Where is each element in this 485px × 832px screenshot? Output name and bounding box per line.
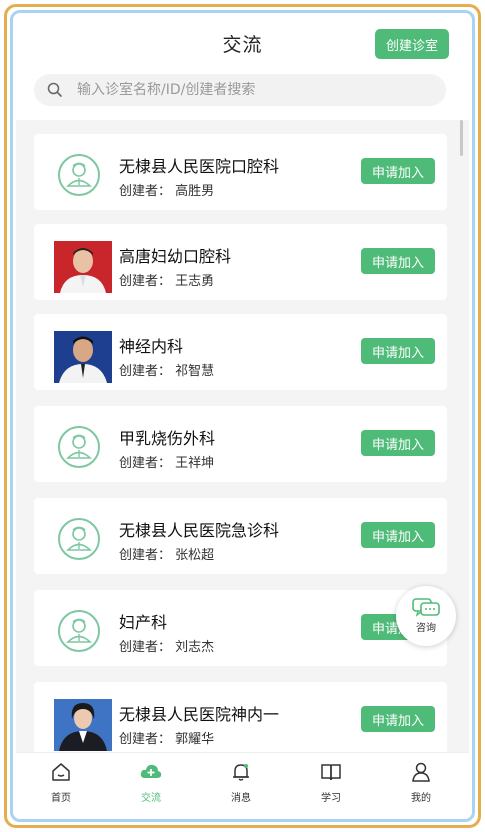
doctor-avatar-icon — [58, 154, 100, 196]
cloud-plus-icon — [140, 764, 162, 778]
doctor-avatar-icon — [58, 518, 100, 560]
clinic-card[interactable]: 无棣县人民医院神内一 创建者： 郭耀华 申请加入 — [34, 682, 447, 758]
create-clinic-button[interactable]: 创建诊室 — [375, 29, 449, 59]
clinic-card[interactable]: 妇产科 创建者： 刘志杰 申请加入 — [34, 590, 447, 666]
tab-label: 交流 — [141, 793, 161, 804]
tab-label: 学习 — [321, 793, 341, 804]
clinic-name: 无棣县人民医院口腔科 — [119, 157, 280, 176]
clinic-card[interactable]: 甲乳烧伤外科 创建者： 王祥坤 申请加入 — [34, 406, 447, 482]
clinic-creator: 创建者： 刘志杰 — [119, 640, 215, 655]
clinic-name: 甲乳烧伤外科 — [119, 429, 216, 448]
clinic-creator: 创建者： 张松超 — [119, 548, 215, 563]
creator-photo — [54, 699, 112, 751]
search-input[interactable] — [75, 81, 419, 99]
tab-home[interactable]: 首页 — [31, 761, 91, 811]
clinic-creator: 创建者： 高胜男 — [119, 184, 215, 199]
tab-learning[interactable]: 学习 — [301, 761, 361, 811]
search-icon — [47, 82, 62, 97]
book-icon — [321, 764, 341, 781]
avatar — [54, 423, 112, 475]
avatar — [54, 241, 112, 293]
apply-join-button[interactable]: 申请加入 — [361, 158, 435, 184]
tab-mine[interactable]: 我的 — [391, 761, 451, 811]
person-icon — [412, 762, 430, 782]
clinic-name: 无棣县人民医院急诊科 — [119, 521, 280, 540]
clinic-name: 无棣县人民医院神内一 — [119, 705, 280, 724]
search-bar[interactable] — [34, 74, 446, 106]
avatar — [54, 699, 112, 751]
clinic-card[interactable]: 无棣县人民医院口腔科 创建者： 高胜男 申请加入 — [34, 134, 447, 210]
consult-label: 咨询 — [416, 623, 436, 634]
clinic-creator: 创建者： 王祥坤 — [119, 456, 215, 471]
avatar — [54, 607, 112, 659]
clinic-creator: 创建者： 王志勇 — [119, 274, 215, 289]
clinic-name: 神经内科 — [119, 337, 184, 356]
doctor-avatar-icon — [58, 426, 100, 468]
apply-join-button[interactable]: 申请加入 — [361, 338, 435, 364]
clinic-name: 妇产科 — [119, 613, 168, 632]
tab-label: 首页 — [51, 793, 71, 804]
avatar — [54, 331, 112, 383]
creator-photo — [54, 331, 112, 383]
header: 交流 创建诊室 — [16, 16, 469, 120]
bell-icon — [233, 764, 249, 781]
apply-join-button[interactable]: 申请加入 — [361, 430, 435, 456]
doctor-avatar-icon — [58, 610, 100, 652]
tab-label: 我的 — [411, 793, 431, 804]
apply-join-button[interactable]: 申请加入 — [361, 248, 435, 274]
tab-exchange[interactable]: 交流 — [121, 761, 181, 811]
apply-join-button[interactable]: 申请加入 — [361, 522, 435, 548]
avatar — [54, 515, 112, 567]
clinic-creator: 创建者： 郭耀华 — [119, 732, 215, 747]
clinic-name: 高唐妇幼口腔科 — [119, 247, 232, 266]
home-icon — [52, 763, 70, 781]
clinic-card[interactable]: 无棣县人民医院急诊科 创建者： 张松超 申请加入 — [34, 498, 447, 574]
bottom-tab-bar: 首页 交流 消息 学习 我的 — [16, 752, 469, 816]
consult-button[interactable]: 咨询 — [396, 586, 456, 646]
scrollbar[interactable] — [460, 120, 463, 156]
clinic-creator: 创建者： 祁智慧 — [119, 364, 215, 379]
avatar — [54, 151, 112, 203]
app-screen: 交流 创建诊室 无棣县人民医院口腔科 创建者： 高胜男 — [16, 16, 469, 816]
creator-photo — [54, 241, 112, 293]
apply-join-button[interactable]: 申请加入 — [361, 706, 435, 732]
tab-messages[interactable]: 消息 — [211, 761, 271, 811]
clinic-card[interactable]: 神经内科 创建者： 祁智慧 申请加入 — [34, 314, 447, 390]
clinic-card[interactable]: 高唐妇幼口腔科 创建者： 王志勇 申请加入 — [34, 224, 447, 300]
tab-label: 消息 — [231, 793, 251, 804]
screenshot-frame: 交流 创建诊室 无棣县人民医院口腔科 创建者： 高胜男 — [0, 0, 485, 832]
chat-bubbles-icon — [412, 598, 440, 617]
